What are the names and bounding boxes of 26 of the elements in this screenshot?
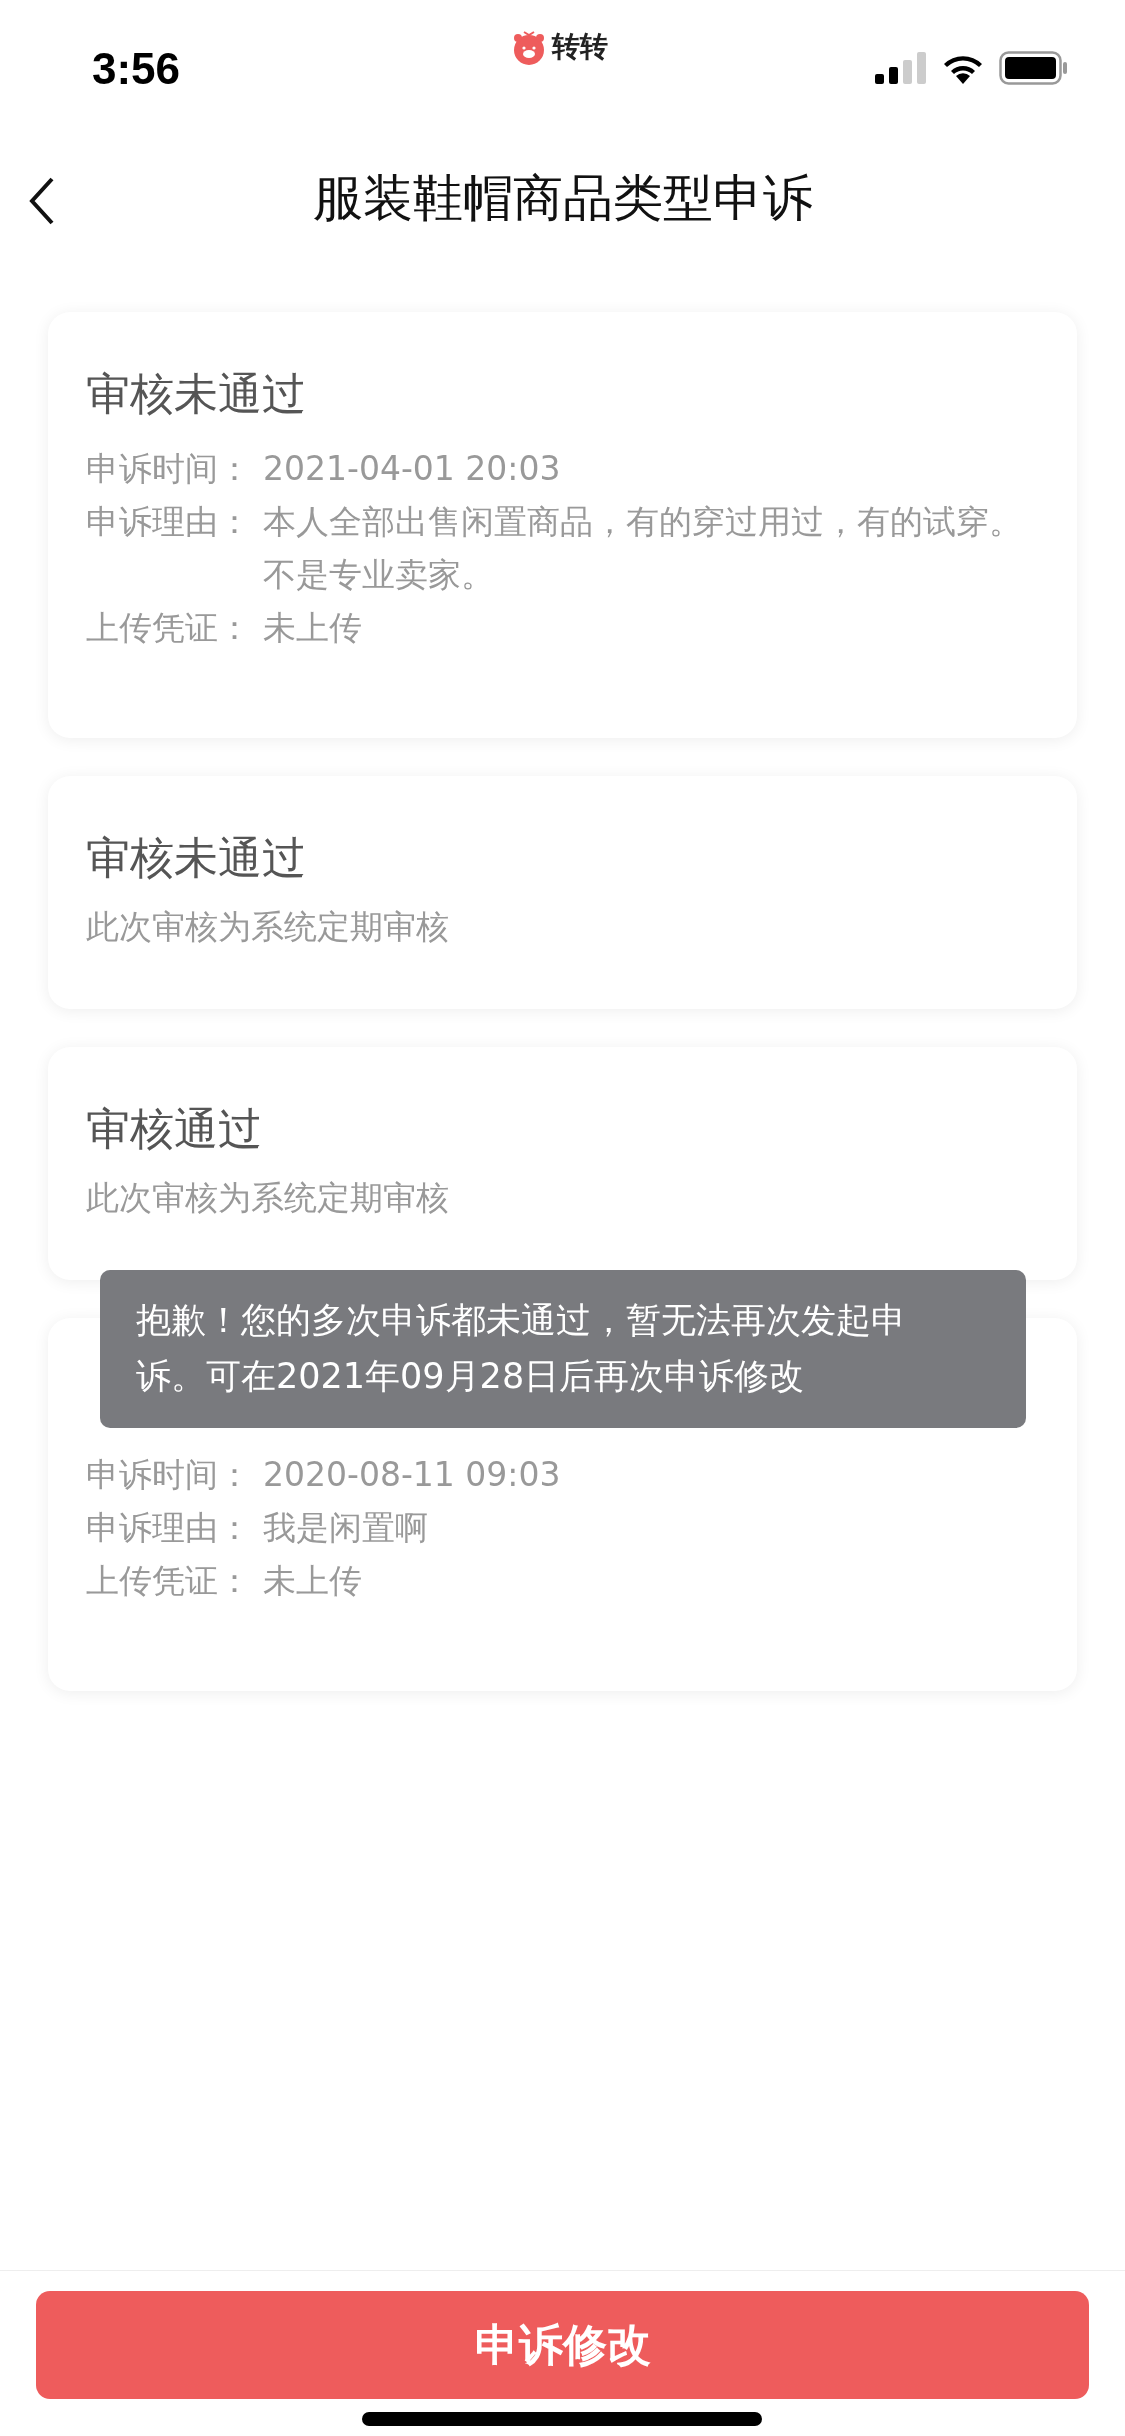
signal-icon <box>875 51 927 84</box>
review-status: 审核通过 <box>86 1102 263 1156</box>
field-label: 申诉理由： <box>86 1507 252 1549</box>
field-value: 未上传 <box>263 607 363 649</box>
status-time: 3:56 <box>92 43 181 94</box>
field-label: 申诉时间： <box>86 1454 252 1496</box>
field-value: 我是闲置啊 <box>263 1507 429 1549</box>
field-value: 2020-08-11 09:03 <box>263 1454 562 1496</box>
review-note: 此次审核为系统定期审核 <box>86 1177 450 1219</box>
battery-icon <box>999 50 1069 85</box>
field-label: 申诉时间： <box>86 448 252 490</box>
field-label: 上传凭证： <box>86 607 252 649</box>
field-value: 本人全部出售闲置商品，有的穿过用过，有的试穿。不是专业卖家。 <box>263 501 1023 596</box>
back-icon <box>28 176 56 226</box>
app-name: 转转 <box>552 30 608 64</box>
appeal-button[interactable]: 申诉修改 <box>36 2291 1089 2399</box>
review-note: 此次审核为系统定期审核 <box>86 906 450 948</box>
field-label: 申诉理由： <box>86 501 252 543</box>
toast-message: 抱歉！您的多次申诉都未通过，暂无法再次发起申诉。可在2021年09月28日后再次申诉修改 <box>100 1270 1026 1428</box>
field-value: 未上传 <box>263 1560 363 1602</box>
review-status: 审核未通过 <box>86 831 307 885</box>
bear-logo-icon <box>512 28 546 66</box>
field-value: 2021-04-01 20:03 <box>263 448 562 490</box>
field-label: 上传凭证： <box>86 1560 252 1602</box>
page-title: 服装鞋帽商品类型申诉 <box>312 167 813 229</box>
review-status: 审核未通过 <box>86 367 307 421</box>
